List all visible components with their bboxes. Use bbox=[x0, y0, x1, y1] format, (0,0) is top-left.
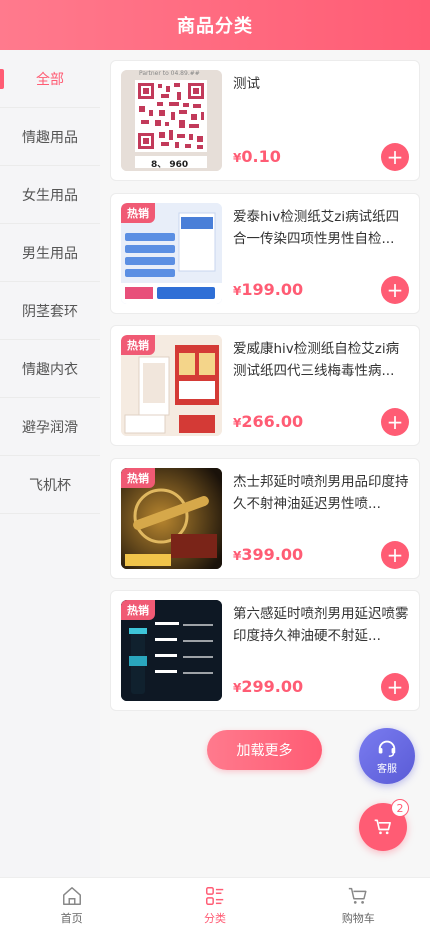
sidebar-item-label: 女生用品 bbox=[22, 187, 78, 204]
product-image-spray: 热销 bbox=[121, 468, 222, 569]
product-card[interactable]: 热销 爱威康hiv检测纸自检艾zi病测试纸四代三线梅毒性病... ¥266.00… bbox=[110, 325, 420, 446]
product-title: 第六感延时喷剂男用延迟喷雾印度持久神油硬不射延... bbox=[233, 606, 409, 644]
sidebar-item-all[interactable]: 全部 bbox=[0, 50, 100, 108]
sidebar-item-women[interactable]: 女生用品 bbox=[0, 166, 100, 224]
product-image-hiv-kit: 热销 bbox=[121, 335, 222, 436]
category-icon bbox=[206, 886, 224, 905]
tab-label: 购物车 bbox=[341, 911, 375, 925]
product-card[interactable]: Partner to 04.89.## 8、 960 测试 ¥0.10 + bbox=[110, 60, 420, 181]
hot-badge: 热销 bbox=[121, 468, 155, 488]
add-to-cart-button[interactable]: + bbox=[381, 673, 409, 701]
sidebar-item-masturbator[interactable]: 飞机杯 bbox=[0, 456, 100, 514]
header: 商品分类 bbox=[0, 0, 430, 50]
sidebar-item-label: 情趣用品 bbox=[22, 129, 78, 146]
plus-icon: + bbox=[386, 278, 404, 302]
home-icon bbox=[62, 886, 81, 905]
customer-service-button[interactable]: 客服 bbox=[359, 728, 415, 784]
product-card[interactable]: 热销 杰士邦延时喷剂男用品印度持久不射神油延迟男性喷... ¥399.00 + bbox=[110, 458, 420, 579]
cart-icon bbox=[349, 887, 367, 904]
product-title: 杰士邦延时喷剂男用品印度持久不射神油延迟男性喷... bbox=[233, 474, 409, 512]
sidebar-item-rings[interactable]: 阴茎套环 bbox=[0, 282, 100, 340]
product-price: ¥266.00 bbox=[233, 412, 304, 431]
sidebar-item-label: 飞机杯 bbox=[29, 477, 71, 494]
product-price: ¥399.00 bbox=[233, 545, 304, 564]
product-title: 爱威康hiv检测纸自检艾zi病测试纸四代三线梅毒性病... bbox=[233, 341, 400, 379]
sidebar-item-label: 情趣内衣 bbox=[22, 361, 78, 378]
tab-label: 首页 bbox=[60, 911, 83, 925]
product-title: 爱泰hiv检测纸艾zi病试纸四合一传染四项性男性自检... bbox=[233, 209, 400, 247]
tab-home[interactable]: 首页 bbox=[0, 878, 143, 932]
plus-icon: + bbox=[386, 410, 404, 434]
add-to-cart-button[interactable]: + bbox=[381, 276, 409, 304]
product-image-qr: Partner to 04.89.## 8、 960 bbox=[121, 70, 222, 171]
add-to-cart-button[interactable]: + bbox=[381, 541, 409, 569]
product-card[interactable]: 热销 第六感延时喷剂男用延迟喷雾印度持久神油硬不射延... ¥299.00 + bbox=[110, 590, 420, 711]
floating-cart-button[interactable]: 2 bbox=[359, 799, 409, 851]
sidebar-item-label: 避孕润滑 bbox=[22, 419, 78, 436]
product-price: ¥299.00 bbox=[233, 677, 304, 696]
cart-count-badge: 2 bbox=[391, 799, 409, 817]
tab-cart[interactable]: 购物车 bbox=[287, 878, 430, 932]
plus-icon: + bbox=[386, 543, 404, 567]
add-to-cart-button[interactable]: + bbox=[381, 408, 409, 436]
sidebar-item-label: 阴茎套环 bbox=[22, 303, 78, 320]
plus-icon: + bbox=[386, 145, 404, 169]
hot-badge: 热销 bbox=[121, 203, 155, 223]
product-card[interactable]: 热销 爱泰hiv检测纸艾zi病试纸四合一传染四项性男性自检... ¥199.00… bbox=[110, 193, 420, 314]
qr-code-icon bbox=[121, 70, 222, 171]
sidebar-item-label: 全部 bbox=[36, 71, 64, 88]
headset-icon bbox=[378, 740, 396, 757]
category-sidebar: 全部 情趣用品 女生用品 男生用品 阴茎套环 情趣内衣 避孕润滑 飞机杯 bbox=[0, 50, 100, 877]
service-label: 客服 bbox=[377, 764, 397, 775]
hot-badge: 热销 bbox=[121, 335, 155, 355]
page-title: 商品分类 bbox=[177, 16, 253, 37]
sidebar-item-lingerie[interactable]: 情趣内衣 bbox=[0, 340, 100, 398]
qr-caption-top: Partner to 04.89.## bbox=[139, 70, 200, 77]
sidebar-item-adult-products[interactable]: 情趣用品 bbox=[0, 108, 100, 166]
sidebar-item-men[interactable]: 男生用品 bbox=[0, 224, 100, 282]
sidebar-item-label: 男生用品 bbox=[22, 245, 78, 262]
load-more-button[interactable]: 加载更多 bbox=[207, 730, 322, 770]
sidebar-item-contraception[interactable]: 避孕润滑 bbox=[0, 398, 100, 456]
cart-icon bbox=[374, 819, 391, 835]
product-image-sixth-sense: 热销 bbox=[121, 600, 222, 701]
product-image-hiv-test: 热销 bbox=[121, 203, 222, 304]
add-to-cart-button[interactable]: + bbox=[381, 143, 409, 171]
tab-label: 分类 bbox=[203, 911, 226, 925]
qr-caption: 8、 960 bbox=[151, 160, 189, 170]
plus-icon: + bbox=[386, 675, 404, 699]
product-price: ¥0.10 bbox=[233, 147, 281, 166]
hot-badge: 热销 bbox=[121, 600, 155, 620]
tab-category[interactable]: 分类 bbox=[143, 878, 286, 932]
product-title: 测试 bbox=[233, 76, 260, 92]
bottom-tab-bar: 首页 分类 购物车 bbox=[0, 877, 430, 932]
product-price: ¥199.00 bbox=[233, 280, 304, 299]
